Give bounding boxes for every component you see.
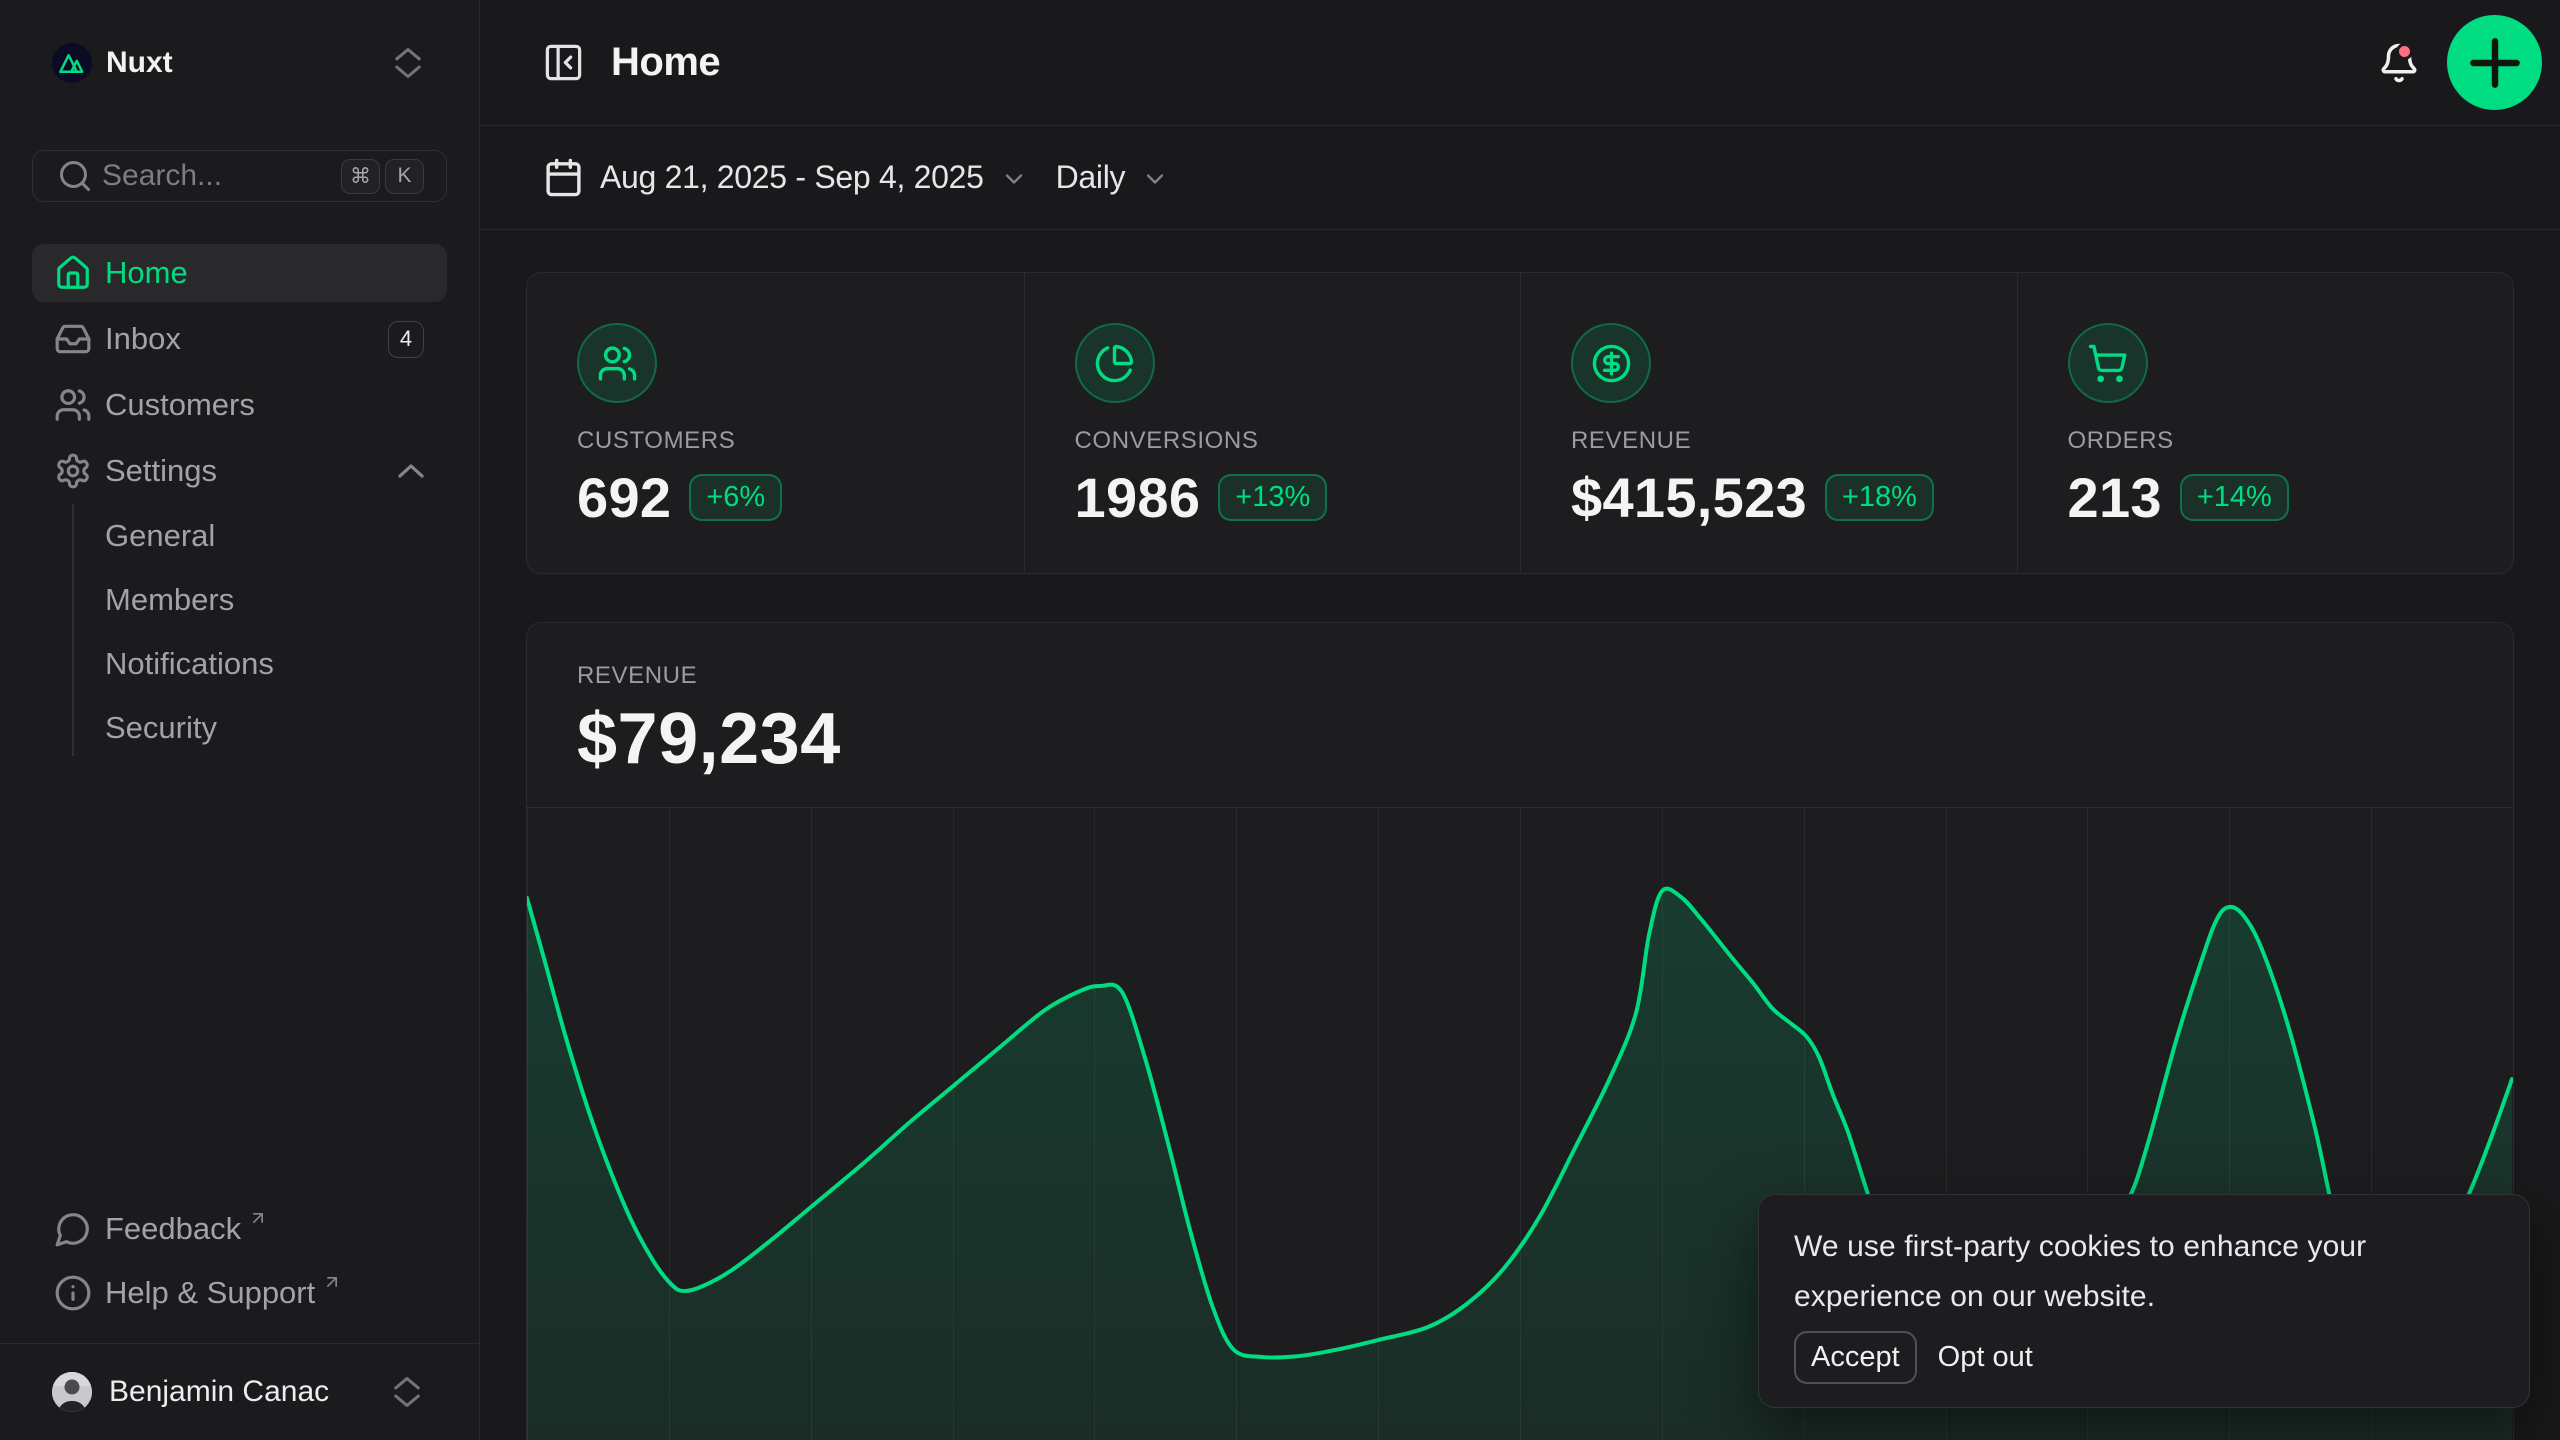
arrow-up-right-icon bbox=[322, 1272, 342, 1292]
help-support-link[interactable]: Help & Support bbox=[32, 1265, 447, 1321]
inbox-icon bbox=[54, 320, 92, 358]
search-input[interactable]: Search... ⌘ K bbox=[32, 150, 447, 202]
header-actions bbox=[2377, 15, 2542, 110]
workspace-name: Nuxt bbox=[106, 46, 376, 80]
sidebar-item-home[interactable]: Home bbox=[32, 244, 447, 302]
chevron-down-icon bbox=[1000, 165, 1028, 193]
panel-left-close-icon bbox=[542, 41, 585, 84]
chevron-down-icon bbox=[1141, 165, 1169, 193]
kbd-k: K bbox=[385, 159, 424, 194]
sidebar-footer-links: Feedback Help & Support bbox=[32, 1201, 447, 1343]
stat-delta-badge: +13% bbox=[1218, 474, 1327, 521]
submenu-item-members[interactable]: Members bbox=[32, 572, 447, 628]
search-placeholder: Search... bbox=[102, 159, 332, 193]
user-name: Benjamin Canac bbox=[109, 1375, 372, 1409]
message-circle-icon bbox=[54, 1210, 92, 1248]
inbox-count-badge: 4 bbox=[388, 321, 424, 358]
stat-label: CUSTOMERS bbox=[577, 427, 984, 455]
chart-header: REVENUE $79,234 bbox=[527, 623, 2513, 780]
settings-gear-icon bbox=[54, 452, 92, 490]
page-title: Home bbox=[611, 40, 720, 85]
submenu-item-general[interactable]: General bbox=[32, 508, 447, 564]
notifications-button[interactable] bbox=[2377, 37, 2421, 89]
stat-conversions[interactable]: CONVERSIONS 1986 +13% bbox=[1024, 273, 1521, 573]
arrow-up-right-icon bbox=[248, 1208, 268, 1228]
accept-cookies-button[interactable]: Accept bbox=[1794, 1331, 1917, 1384]
user-menu[interactable]: Benjamin Canac bbox=[0, 1343, 479, 1440]
sidebar-spacer bbox=[32, 756, 447, 1201]
page-header: Home bbox=[480, 0, 2560, 126]
sidebar-item-inbox[interactable]: Inbox 4 bbox=[32, 310, 447, 368]
cookie-consent-toast: We use first-party cookies to enhance yo… bbox=[1759, 1195, 2529, 1407]
shopping-cart-icon bbox=[2087, 343, 2128, 384]
cookie-message-line2: experience on our website. bbox=[1794, 1272, 2493, 1322]
avatar-photo bbox=[52, 1372, 92, 1412]
stat-value: 1986 bbox=[1075, 465, 1201, 530]
chevrons-up-down-icon bbox=[390, 45, 426, 81]
chevron-up-icon bbox=[392, 452, 430, 490]
notification-dot bbox=[2396, 43, 2413, 60]
users-icon bbox=[54, 386, 92, 424]
stat-customers[interactable]: CUSTOMERS 692 +6% bbox=[527, 273, 1024, 573]
info-circle-icon bbox=[54, 1274, 92, 1312]
optout-cookies-button[interactable]: Opt out bbox=[1934, 1331, 2037, 1384]
feedback-link[interactable]: Feedback bbox=[32, 1201, 447, 1257]
stat-value: 692 bbox=[577, 465, 671, 530]
stat-icon-circle bbox=[1571, 323, 1651, 403]
stat-label: REVENUE bbox=[1571, 427, 1977, 455]
collapse-sidebar-button[interactable] bbox=[539, 39, 587, 87]
settings-submenu: General Members Notifications Security bbox=[32, 508, 447, 756]
calendar-icon bbox=[543, 157, 584, 198]
stat-icon-circle bbox=[1075, 323, 1155, 403]
stat-icon-circle bbox=[577, 323, 657, 403]
stat-delta-badge: +14% bbox=[2180, 474, 2289, 521]
search-icon bbox=[57, 158, 93, 194]
workspace-switcher[interactable]: Nuxt bbox=[52, 38, 426, 88]
chart-total-value: $79,234 bbox=[577, 698, 2513, 780]
stat-icon-circle bbox=[2068, 323, 2148, 403]
filters-toolbar: Aug 21, 2025 - Sep 4, 2025 Daily bbox=[480, 126, 2560, 230]
sidebar-nav: Home Inbox 4 Customers bbox=[32, 244, 447, 756]
submenu-item-security[interactable]: Security bbox=[32, 700, 447, 756]
stat-label: ORDERS bbox=[2068, 427, 2474, 455]
sidebar-item-settings[interactable]: Settings bbox=[32, 442, 447, 500]
date-range-picker[interactable]: Aug 21, 2025 - Sep 4, 2025 bbox=[543, 157, 1028, 198]
stat-value: 213 bbox=[2068, 465, 2162, 530]
submenu-item-notifications[interactable]: Notifications bbox=[32, 636, 447, 692]
cookie-message-line1: We use first-party cookies to enhance yo… bbox=[1794, 1222, 2493, 1272]
granularity-select[interactable]: Daily bbox=[1056, 159, 1170, 196]
kbd-cmd: ⌘ bbox=[341, 159, 380, 194]
chart-pie-icon bbox=[1094, 343, 1135, 384]
date-range-label: Aug 21, 2025 - Sep 4, 2025 bbox=[600, 159, 984, 196]
add-new-button[interactable] bbox=[2447, 15, 2542, 110]
chevrons-up-down-icon bbox=[389, 1374, 425, 1410]
stat-delta-badge: +18% bbox=[1825, 474, 1934, 521]
users-icon bbox=[597, 343, 638, 384]
sidebar: Nuxt Search... ⌘ K Home bbox=[0, 0, 480, 1440]
stat-orders[interactable]: ORDERS 213 +14% bbox=[2017, 273, 2514, 573]
sidebar-item-customers[interactable]: Customers bbox=[32, 376, 447, 434]
granularity-label: Daily bbox=[1056, 159, 1126, 196]
circle-dollar-sign-icon bbox=[1591, 343, 1632, 384]
stat-label: CONVERSIONS bbox=[1075, 427, 1481, 455]
nuxt-logo bbox=[52, 43, 92, 83]
nuxt-mountains-icon bbox=[57, 48, 88, 79]
stat-revenue[interactable]: REVENUE $415,523 +18% bbox=[1520, 273, 2017, 573]
cookie-actions: Accept Opt out bbox=[1794, 1331, 2493, 1384]
stat-value: $415,523 bbox=[1571, 465, 1807, 530]
plus-icon bbox=[2458, 26, 2532, 100]
stats-card: CUSTOMERS 692 +6% CONVERSIONS bbox=[527, 273, 2513, 573]
cookie-message: We use first-party cookies to enhance yo… bbox=[1794, 1222, 2493, 1322]
avatar bbox=[52, 1372, 92, 1412]
house-icon bbox=[54, 254, 92, 292]
stat-delta-badge: +6% bbox=[689, 474, 782, 521]
chart-title: REVENUE bbox=[577, 662, 2513, 690]
